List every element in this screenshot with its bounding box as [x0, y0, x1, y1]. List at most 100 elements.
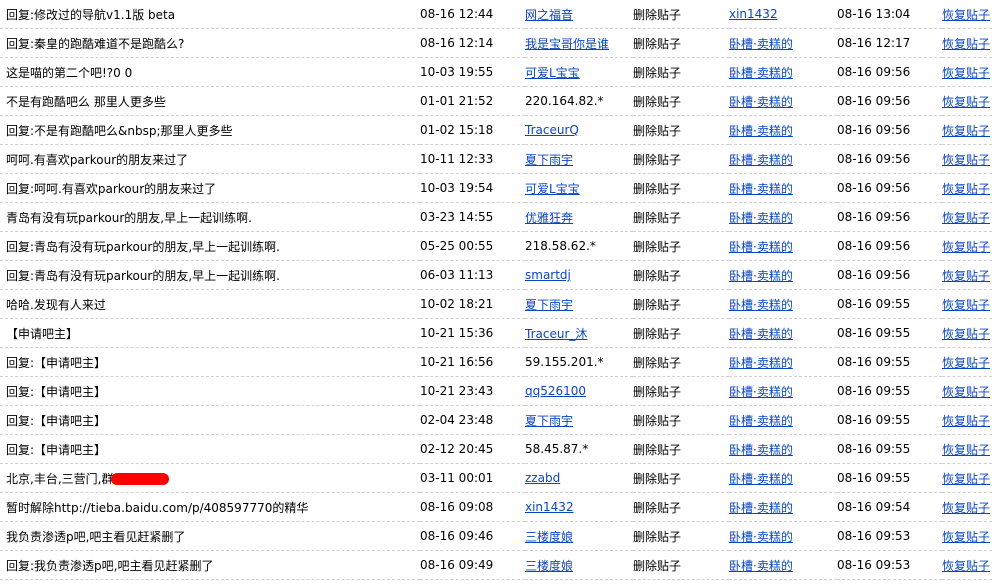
author-link[interactable]: 三楼度娘	[525, 530, 573, 544]
restore-cell: 恢复贴子	[942, 86, 992, 116]
operator-link[interactable]: 卧槽·卖糕的	[729, 153, 793, 167]
author-cell: smartdj	[525, 260, 633, 290]
operator-link[interactable]: 卧槽·卖糕的	[729, 182, 793, 196]
operator-link[interactable]: 卧槽·卖糕的	[729, 559, 793, 573]
author-link[interactable]: Traceur_沐	[525, 327, 587, 341]
author-link[interactable]: smartdj	[525, 268, 571, 282]
restore-post-link[interactable]: 恢复贴子	[942, 559, 990, 573]
author-link[interactable]: 夏下雨宇	[525, 298, 573, 312]
operator-link[interactable]: 卧槽·卖糕的	[729, 385, 793, 399]
operator-link[interactable]: 卧槽·卖糕的	[729, 240, 793, 254]
restore-post-link[interactable]: 恢复贴子	[942, 472, 990, 486]
post-time: 03-11 00:01	[420, 463, 525, 493]
post-title-cell: 暂时解除http://tieba.baidu.com/p/408597770的精…	[0, 492, 420, 522]
post-time: 10-21 23:43	[420, 376, 525, 406]
post-time: 02-12 20:45	[420, 434, 525, 464]
author-cell: 夏下雨宇	[525, 289, 633, 319]
operator-link[interactable]: 卧槽·卖糕的	[729, 414, 793, 428]
operator-link[interactable]: 卧槽·卖糕的	[729, 443, 793, 457]
restore-cell: 恢复贴子	[942, 463, 992, 493]
restore-post-link[interactable]: 恢复贴子	[942, 443, 990, 457]
action-text: 删除贴子	[633, 550, 729, 580]
restore-post-link[interactable]: 恢复贴子	[942, 124, 990, 138]
restore-cell: 恢复贴子	[942, 318, 992, 348]
operator-link[interactable]: 卧槽·卖糕的	[729, 211, 793, 225]
restore-post-link[interactable]: 恢复贴子	[942, 501, 990, 515]
author-cell: 220.164.82.*	[525, 86, 633, 116]
restore-post-link[interactable]: 恢复贴子	[942, 153, 990, 167]
restore-cell: 恢复贴子	[942, 144, 992, 174]
operation-time: 08-16 09:55	[837, 376, 942, 406]
author-link[interactable]: 三楼度娘	[525, 559, 573, 573]
author-link[interactable]: xin1432	[525, 500, 574, 514]
operator-cell: 卧槽·卖糕的	[729, 202, 837, 232]
operator-cell: 卧槽·卖糕的	[729, 57, 837, 87]
author-link[interactable]: 优雅狂奔	[525, 211, 573, 225]
operator-link[interactable]: 卧槽·卖糕的	[729, 501, 793, 515]
operator-link[interactable]: 卧槽·卖糕的	[729, 327, 793, 341]
restore-post-link[interactable]: 恢复贴子	[942, 95, 990, 109]
author-link[interactable]: 可爱L宝宝	[525, 182, 580, 196]
post-title: 哈哈.发现有人来过	[6, 297, 106, 312]
author-link[interactable]: 网之福音	[525, 8, 573, 22]
post-title-cell: 呵呵.有喜欢parkour的朋友来过了	[0, 144, 420, 174]
action-text: 删除贴子	[633, 463, 729, 493]
action-text: 删除贴子	[633, 492, 729, 522]
author-cell: 夏下雨宇	[525, 405, 633, 435]
restore-post-link[interactable]: 恢复贴子	[942, 327, 990, 341]
post-time: 03-23 14:55	[420, 202, 525, 232]
redaction-mark	[111, 473, 170, 485]
author-link[interactable]: TraceurQ	[525, 123, 579, 137]
operator-cell: 卧槽·卖糕的	[729, 289, 837, 319]
operator-link[interactable]: 卧槽·卖糕的	[729, 472, 793, 486]
restore-post-link[interactable]: 恢复贴子	[942, 414, 990, 428]
author-link[interactable]: 我是宝哥你是谁	[525, 37, 609, 51]
operation-time: 08-16 09:56	[837, 173, 942, 203]
operator-link[interactable]: 卧槽·卖糕的	[729, 66, 793, 80]
author-link[interactable]: qq526100	[525, 384, 586, 398]
operation-time: 08-16 09:53	[837, 550, 942, 580]
restore-cell: 恢复贴子	[942, 492, 992, 522]
post-title-cell: 回复:我负责渗透p吧,吧主看见赶紧删了	[0, 550, 420, 580]
restore-post-link[interactable]: 恢复贴子	[942, 182, 990, 196]
action-text: 删除贴子	[633, 57, 729, 87]
action-text: 删除贴子	[633, 260, 729, 290]
author-cell: 可爱L宝宝	[525, 57, 633, 87]
author-cell: Traceur_沐	[525, 318, 633, 348]
restore-post-link[interactable]: 恢复贴子	[942, 240, 990, 254]
restore-post-link[interactable]: 恢复贴子	[942, 530, 990, 544]
post-time: 06-03 11:13	[420, 260, 525, 290]
operator-link[interactable]: 卧槽·卖糕的	[729, 269, 793, 283]
restore-cell: 恢复贴子	[942, 260, 992, 290]
operator-link[interactable]: 卧槽·卖糕的	[729, 95, 793, 109]
author-link[interactable]: 可爱L宝宝	[525, 66, 580, 80]
operator-link[interactable]: 卧槽·卖糕的	[729, 530, 793, 544]
operator-link[interactable]: 卧槽·卖糕的	[729, 124, 793, 138]
table-row: 暂时解除http://tieba.baidu.com/p/408597770的精…	[0, 492, 992, 522]
table-row: 回复:不是有跑酷吧么&nbsp;那里人更多些 01-02 15:18 Traceur…	[0, 115, 992, 145]
restore-post-link[interactable]: 恢复贴子	[942, 211, 990, 225]
author-link[interactable]: 夏下雨宇	[525, 414, 573, 428]
post-title: 回复:秦皇的跑酷难道不是跑酷么?	[6, 36, 185, 51]
restore-post-link[interactable]: 恢复贴子	[942, 356, 990, 370]
restore-post-link[interactable]: 恢复贴子	[942, 269, 990, 283]
author-ip: 220.164.82.*	[525, 94, 604, 108]
operator-link[interactable]: 卧槽·卖糕的	[729, 37, 793, 51]
restore-cell: 恢复贴子	[942, 0, 992, 29]
post-time: 08-16 12:14	[420, 28, 525, 58]
restore-post-link[interactable]: 恢复贴子	[942, 298, 990, 312]
operator-link[interactable]: 卧槽·卖糕的	[729, 298, 793, 312]
restore-post-link[interactable]: 恢复贴子	[942, 37, 990, 51]
author-link[interactable]: zzabd	[525, 471, 560, 485]
operator-link[interactable]: 卧槽·卖糕的	[729, 356, 793, 370]
table-row: 北京,丰台,三营门,群 03-11 00:01 zzabd 删除贴子 卧槽·卖糕的 08-…	[0, 463, 992, 493]
author-cell: 218.58.62.*	[525, 231, 633, 261]
operator-cell: 卧槽·卖糕的	[729, 434, 837, 464]
restore-post-link[interactable]: 恢复贴子	[942, 385, 990, 399]
restore-post-link[interactable]: 恢复贴子	[942, 8, 990, 22]
operation-time: 08-16 09:56	[837, 202, 942, 232]
restore-post-link[interactable]: 恢复贴子	[942, 66, 990, 80]
post-time: 05-25 00:55	[420, 231, 525, 261]
operator-link[interactable]: xin1432	[729, 7, 778, 21]
author-link[interactable]: 夏下雨宇	[525, 153, 573, 167]
